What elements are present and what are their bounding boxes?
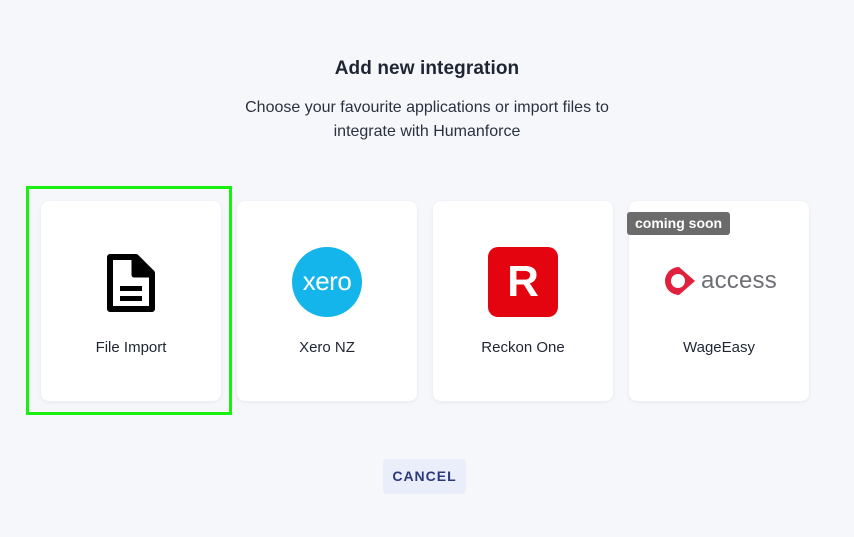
cancel-button[interactable]: CANCEL (383, 459, 466, 494)
integration-label: Xero NZ (299, 339, 355, 356)
file-document-icon (107, 254, 155, 312)
access-mark-icon (665, 267, 696, 295)
coming-soon-badge: coming soon (627, 212, 731, 235)
page-title: Add new integration (334, 58, 520, 79)
integration-card-reckon-one[interactable]: R Reckon One (433, 201, 613, 401)
integration-label: Reckon One (481, 339, 565, 356)
integration-card-file-import[interactable]: File Import (41, 201, 221, 401)
integration-label: WageEasy (683, 339, 755, 356)
integration-card-xero-nz[interactable]: xero Xero NZ (237, 201, 417, 401)
integration-label: File Import (95, 339, 167, 356)
page-subtitle: Choose your favourite applications or im… (245, 99, 609, 140)
xero-logo: xero (292, 247, 362, 317)
reckon-logo: R (488, 247, 558, 317)
access-logo-text: access (701, 267, 777, 294)
access-logo: access (654, 263, 784, 299)
